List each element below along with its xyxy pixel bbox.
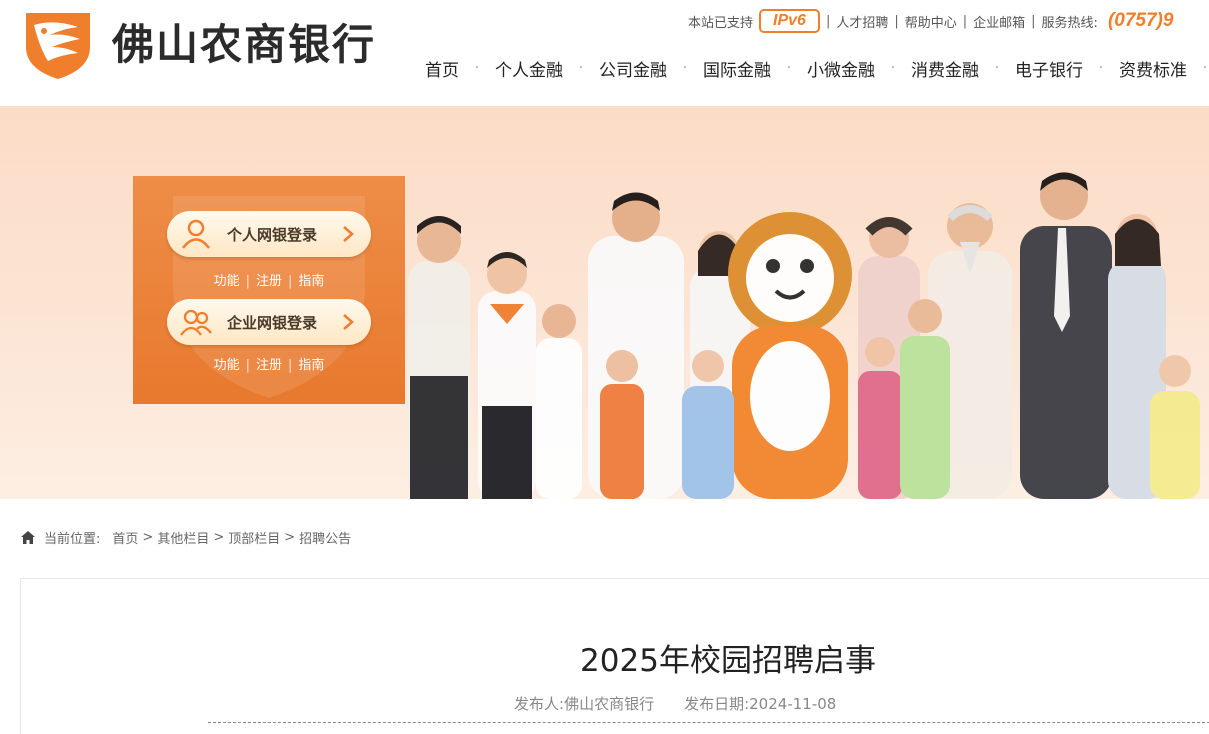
breadcrumb-home[interactable]: 首页	[112, 528, 138, 547]
divider: |	[962, 13, 968, 29]
divider: |	[288, 358, 293, 373]
personal-login-label: 个人网银登录	[227, 225, 318, 244]
main-nav: 首页 · 个人金融 · 公司金融 · 国际金融 · 小微金融 · 消费金融 · …	[420, 54, 1209, 82]
nav-item-fee-standards[interactable]: 资费标准	[1114, 56, 1192, 81]
hotline-number: (0757)9	[1107, 10, 1174, 31]
article-title: 2025年校园招聘启事	[580, 643, 876, 679]
online-banking-login-panel: 个人网银登录 功能 | 注册 | 指南 企业网银登录 功能 | 注册 | 指南	[133, 176, 405, 404]
nav-dot: ·	[474, 60, 480, 76]
nav-item-consumer-finance[interactable]: 消费金融	[906, 56, 984, 81]
nav-item-international-finance[interactable]: 国际金融	[698, 56, 776, 81]
chevron-right-icon	[343, 226, 354, 242]
chevron-right-icon	[343, 314, 354, 330]
ipv6-badge: IPv6	[759, 9, 820, 33]
divider: |	[245, 358, 250, 373]
link-enterprise-mail[interactable]: 企业邮箱	[973, 12, 1025, 31]
ipv6-prefix: 本站已支持	[688, 15, 754, 31]
divider: |	[825, 13, 831, 29]
nav-item-small-micro-finance[interactable]: 小微金融	[802, 56, 880, 81]
link-enterprise-features[interactable]: 功能	[214, 358, 240, 373]
enterprise-ebanking-login-button[interactable]: 企业网银登录	[167, 299, 371, 345]
person-icon	[182, 219, 210, 249]
link-personal-features[interactable]: 功能	[214, 274, 240, 289]
breadcrumb-separator: >	[284, 529, 296, 545]
link-personal-guide[interactable]: 指南	[298, 274, 324, 289]
nav-dot: ·	[578, 60, 584, 76]
nav-dot: ·	[890, 60, 896, 76]
link-enterprise-guide[interactable]: 指南	[298, 358, 324, 373]
group-icon	[180, 309, 212, 336]
link-enterprise-register[interactable]: 注册	[256, 358, 282, 373]
personal-ebanking-login-button[interactable]: 个人网银登录	[167, 211, 371, 257]
nav-dot: ·	[682, 60, 688, 76]
breadcrumb-other-sections[interactable]: 其他栏目	[157, 528, 209, 547]
meta-divider	[208, 722, 1209, 723]
nav-item-corporate-finance[interactable]: 公司金融	[594, 56, 672, 81]
link-personal-register[interactable]: 注册	[256, 274, 282, 289]
nav-item-home[interactable]: 首页	[420, 56, 464, 81]
divider: |	[894, 13, 899, 29]
divider: |	[245, 274, 250, 289]
breadcrumb-recruitment-notice[interactable]: 招聘公告	[299, 528, 351, 547]
nav-dot: ·	[786, 60, 792, 76]
personal-login-links: 功能 | 注册 | 指南	[133, 270, 405, 289]
nav-dot: ·	[994, 60, 1000, 76]
nav-dot: ·	[1202, 60, 1208, 76]
bank-logo[interactable]: 佛山农商银行	[20, 8, 400, 82]
link-help-center[interactable]: 帮助中心	[905, 12, 957, 31]
breadcrumb: 当前位置: 首页 > 其他栏目 > 顶部栏目 > 招聘公告	[20, 527, 351, 547]
breadcrumb-separator: >	[213, 529, 225, 545]
article-meta: 发布人:佛山农商银行 发布日期:2024-11-08	[514, 693, 836, 714]
publisher-label: 发布人:	[514, 695, 565, 713]
banner-family-photo	[408, 172, 1200, 499]
breadcrumb-top-sections[interactable]: 顶部栏目	[228, 528, 280, 547]
nav-item-e-banking[interactable]: 电子银行	[1010, 56, 1088, 81]
enterprise-login-label: 企业网银登录	[227, 313, 318, 332]
publish-date-value: 2024-11-08	[749, 695, 837, 713]
breadcrumb-label: 当前位置:	[44, 531, 101, 547]
enterprise-login-links: 功能 | 注册 | 指南	[133, 354, 405, 373]
nav-dot: ·	[1098, 60, 1104, 76]
top-utility-bar: 本站已支持 IPv6 | 人才招聘 | 帮助中心 | 企业邮箱 | 服务热线: …	[688, 8, 1173, 34]
publisher-value: 佛山农商银行	[564, 695, 655, 713]
article-panel: 2025年校园招聘启事 发布人:佛山农商银行 发布日期:2024-11-08	[20, 578, 1209, 734]
nav-item-personal-finance[interactable]: 个人金融	[490, 56, 568, 81]
hotline-label: 服务热线:	[1041, 15, 1098, 31]
home-icon	[21, 530, 35, 544]
link-recruitment[interactable]: 人才招聘	[836, 12, 888, 31]
divider: |	[288, 274, 293, 289]
publish-date-label: 发布日期:	[684, 695, 750, 713]
logo-text: 佛山农商银行	[112, 20, 377, 69]
divider: |	[1031, 13, 1036, 29]
lion-logo-icon	[26, 13, 90, 79]
site-header: 佛山农商银行 本站已支持 IPv6 | 人才招聘 | 帮助中心 | 企业邮箱 |…	[0, 0, 1209, 106]
hero-banner: 个人网银登录 功能 | 注册 | 指南 企业网银登录 功能 | 注册 | 指南	[0, 106, 1209, 499]
breadcrumb-separator: >	[142, 529, 154, 545]
